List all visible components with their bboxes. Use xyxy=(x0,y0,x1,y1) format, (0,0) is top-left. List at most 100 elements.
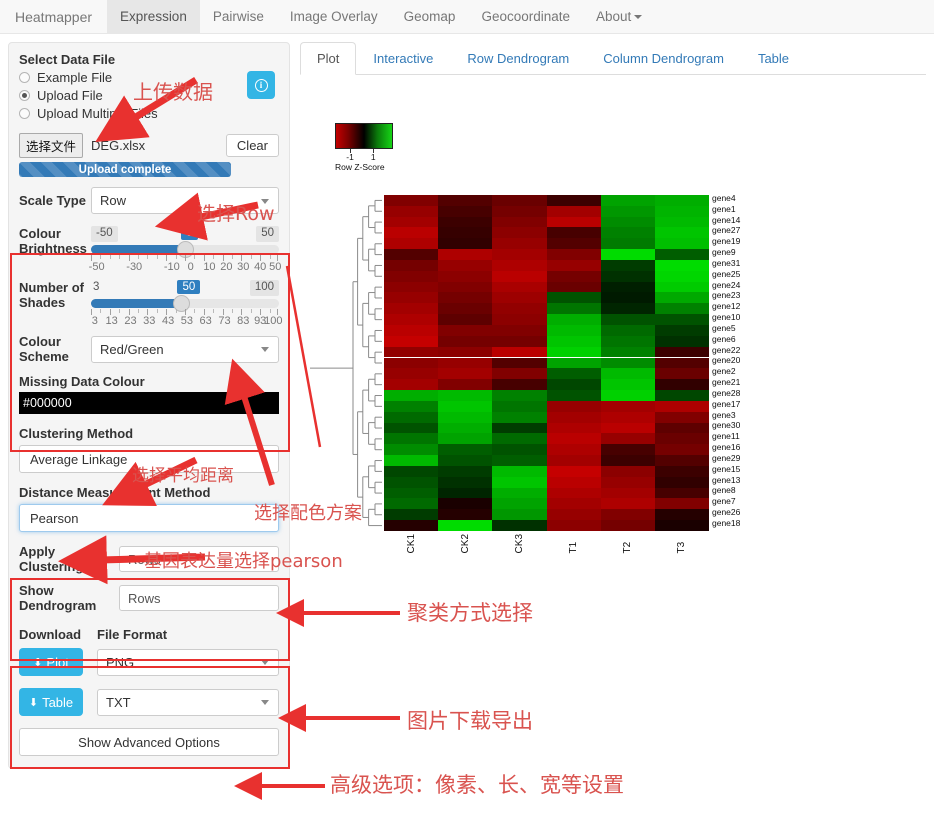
heatmap-cell xyxy=(492,346,547,358)
heatmap-cell xyxy=(492,259,547,271)
heatmap-cell xyxy=(492,303,547,315)
heatmap-cell xyxy=(438,465,493,477)
nav-item-image-overlay[interactable]: Image Overlay xyxy=(277,0,391,33)
heatmap-cell xyxy=(600,433,655,445)
colour-key-bar xyxy=(335,123,393,149)
heatmap-cell xyxy=(384,400,439,412)
heatmap-cell xyxy=(600,238,655,250)
heatmap-cell xyxy=(600,368,655,380)
colour-scheme-label: Colour Scheme xyxy=(19,334,69,364)
colour-key-tick-high: 1 xyxy=(370,152,376,162)
heatmap-cell xyxy=(492,444,547,456)
heatmap-row-label: gene17 xyxy=(712,398,741,409)
download-table-row: ⬇ Table TXT xyxy=(19,688,279,716)
heatmap-cell xyxy=(438,357,493,369)
nav-item-about[interactable]: About xyxy=(583,0,655,33)
scale-type-select[interactable]: Row xyxy=(91,187,279,214)
download-plot-button[interactable]: ⬇ Plot xyxy=(19,648,83,676)
heatmap-cell xyxy=(438,335,493,347)
show-advanced-options-button[interactable]: Show Advanced Options xyxy=(19,728,279,756)
brightness-tick-labels: -50 -30 -10 0 10 20 30 40 50 xyxy=(88,261,282,273)
brightness-slider-track[interactable] xyxy=(91,241,279,258)
heatmap-cell xyxy=(384,487,439,499)
nav-brand[interactable]: Heatmapper xyxy=(0,0,107,33)
download-icon: ⬇ xyxy=(33,656,43,669)
heatmap-cell xyxy=(384,411,439,423)
heatmap-row-label: gene21 xyxy=(712,377,741,388)
heatmap-cell xyxy=(654,455,709,466)
heatmap-cell xyxy=(600,292,655,304)
heatmap-cell xyxy=(438,476,493,488)
tab-table[interactable]: Table xyxy=(741,42,806,75)
nav-item-geomap[interactable]: Geomap xyxy=(391,0,469,33)
heatmap-row-label: gene26 xyxy=(712,507,741,518)
heatmap-cell xyxy=(600,346,655,358)
heatmap-row-label: gene5 xyxy=(712,322,736,333)
heatmap-cell xyxy=(654,324,709,336)
colour-key-label: Row Z-Score xyxy=(335,162,385,172)
heatmap-cell xyxy=(438,259,493,271)
colour-scheme-select[interactable]: Red/Green xyxy=(91,335,279,363)
heatmap-cell xyxy=(384,509,439,521)
heatmap-cell xyxy=(600,390,655,401)
heatmap-cell xyxy=(600,498,655,510)
heatmap-grid[interactable] xyxy=(384,195,709,531)
download-table-button[interactable]: ⬇ Table xyxy=(19,688,83,716)
heatmap-cell xyxy=(600,281,655,293)
choose-file-button[interactable]: 选择文件 xyxy=(19,133,84,158)
heatmap-cell xyxy=(438,498,493,510)
nav-item-expression[interactable]: Expression xyxy=(107,0,200,33)
heatmap-row-label: gene13 xyxy=(712,474,741,485)
heatmap-cell xyxy=(384,498,439,510)
info-button[interactable]: i xyxy=(247,71,275,99)
heatmap-row-label: gene14 xyxy=(712,214,741,225)
heatmap-cell xyxy=(384,368,439,380)
heatmap-cell xyxy=(546,205,601,217)
heatmap-cell xyxy=(438,433,493,445)
radio-upload-file[interactable]: Upload File xyxy=(19,88,279,103)
shades-slider-track[interactable] xyxy=(91,295,279,312)
table-format-select[interactable]: TXT xyxy=(97,688,279,716)
show-dendrogram-select[interactable]: Rows xyxy=(119,585,279,611)
chevron-down-icon xyxy=(261,700,269,705)
scale-type-value: Row xyxy=(100,193,127,208)
heatmap-cell xyxy=(654,227,709,239)
heatmap-cell xyxy=(384,520,439,531)
heatmap-cell xyxy=(546,227,601,239)
heatmap-cell xyxy=(438,368,493,380)
radio-example-file[interactable]: Example File xyxy=(19,70,279,85)
heatmap-row-label: gene22 xyxy=(712,344,741,355)
heatmap-cell xyxy=(492,487,547,499)
heatmap-cell xyxy=(384,444,439,456)
heatmap-cell xyxy=(384,216,439,228)
nav-item-geocoordinate[interactable]: Geocoordinate xyxy=(468,0,583,33)
heatmap-row-label: gene9 xyxy=(712,247,736,258)
missing-data-colour-input[interactable]: #000000 xyxy=(19,392,279,414)
show-dendrogram-label: Show Dendrogram xyxy=(19,583,97,613)
nav-item-pairwise[interactable]: Pairwise xyxy=(200,0,277,33)
heatmap-cell xyxy=(546,422,601,434)
clustering-method-select[interactable]: Average Linkage xyxy=(19,445,279,473)
tab-plot[interactable]: Plot xyxy=(300,42,357,75)
tab-row-dendrogram[interactable]: Row Dendrogram xyxy=(450,42,586,75)
heatmap-cell xyxy=(384,422,439,434)
plot-format-select[interactable]: PNG xyxy=(97,648,279,676)
heatmap-row-label: gene2 xyxy=(712,366,736,377)
radio-upload-multiple-files[interactable]: Upload Multiple Files xyxy=(19,106,279,121)
nav-item-about-label: About xyxy=(596,9,632,24)
tab-interactive[interactable]: Interactive xyxy=(356,42,450,75)
clustering-method-value: Average Linkage xyxy=(30,451,128,467)
heatmap-cell xyxy=(546,520,601,531)
distance-method-select[interactable]: Pearson xyxy=(19,504,279,532)
tab-column-dendrogram[interactable]: Column Dendrogram xyxy=(586,42,741,75)
heatmap-plot: -1 1 Row Z-Score gene4 gene1 gene14 gene27 g… xyxy=(300,75,926,553)
chevron-down-icon xyxy=(261,660,269,665)
download-header: Download File Format xyxy=(19,627,279,642)
heatmap-cell xyxy=(654,205,709,217)
heatmap-cell xyxy=(438,346,493,358)
heatmap-cell xyxy=(492,335,547,347)
clear-file-button[interactable]: Clear xyxy=(225,134,279,157)
heatmap-cell xyxy=(654,249,709,260)
apply-clustering-select[interactable]: Rows xyxy=(119,546,279,572)
heatmap-row-label: gene10 xyxy=(712,312,741,323)
